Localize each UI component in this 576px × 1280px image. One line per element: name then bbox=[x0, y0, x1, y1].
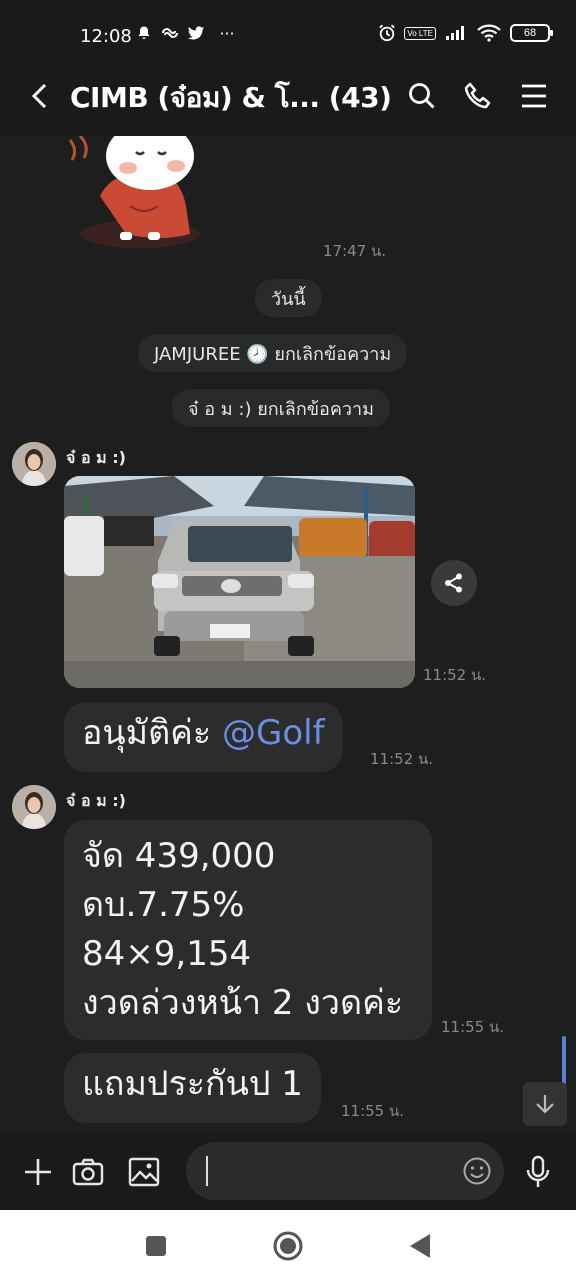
bell-icon bbox=[135, 24, 153, 42]
recent-apps-icon bbox=[146, 1236, 166, 1256]
home-icon bbox=[273, 1231, 303, 1261]
avatar[interactable] bbox=[12, 442, 56, 486]
photo-message[interactable] bbox=[64, 476, 415, 688]
message-time: 11:52 น. bbox=[370, 750, 434, 768]
call-button[interactable] bbox=[460, 78, 496, 114]
system-message-text: JAMJUREE 🕗 ยกเลิกข้อความ bbox=[154, 343, 392, 365]
system-message: JAMJUREE 🕗 ยกเลิกข้อความ bbox=[138, 334, 408, 372]
signal-icon bbox=[444, 24, 468, 42]
wifi-icon bbox=[476, 24, 502, 42]
twitter-icon bbox=[187, 24, 205, 42]
message-time: 11:52 น. bbox=[423, 666, 487, 684]
status-time: 12:08 bbox=[80, 26, 132, 47]
recent-apps-button[interactable] bbox=[138, 1228, 174, 1264]
add-button[interactable] bbox=[20, 1154, 56, 1190]
system-back-button[interactable] bbox=[402, 1228, 438, 1264]
plus-icon bbox=[25, 1159, 51, 1185]
message-text: แถมประกันป 1 bbox=[82, 1064, 303, 1104]
gallery-button[interactable] bbox=[126, 1154, 162, 1190]
chat-header: CIMB (จ๋อม) & โ... (43) bbox=[0, 56, 576, 136]
menu-icon bbox=[522, 84, 546, 108]
menu-button[interactable] bbox=[516, 78, 552, 114]
search-icon bbox=[409, 83, 435, 109]
avatar[interactable] bbox=[12, 785, 56, 829]
message-text: อนุมัติค่ะ bbox=[82, 713, 222, 753]
emoji-icon bbox=[463, 1157, 491, 1185]
back-nav-icon bbox=[410, 1234, 430, 1258]
camera-button[interactable] bbox=[70, 1154, 106, 1190]
date-label: วันนี้ bbox=[271, 288, 306, 310]
system-message-text: จ๋ อ ม :) ยกเลิกข้อความ bbox=[188, 398, 374, 420]
battery-indicator: 68 bbox=[510, 24, 553, 42]
message-time: 11:55 น. bbox=[441, 1018, 505, 1036]
mention-link[interactable]: @Golf bbox=[222, 713, 325, 753]
system-message: จ๋ อ ม :) ยกเลิกข้อความ bbox=[172, 389, 390, 427]
scroll-down-icon bbox=[536, 1095, 554, 1114]
sticker-message[interactable] bbox=[60, 136, 320, 266]
back-icon bbox=[31, 83, 47, 109]
message-text: จัด 439,000 ดบ.7.75% 84×9,154 งวดล่วงหน้… bbox=[82, 836, 404, 1023]
message-time: 17:47 น. bbox=[323, 242, 387, 260]
more-notifications: ··· bbox=[219, 23, 235, 43]
camera-icon bbox=[72, 1158, 104, 1186]
sender-name: จ๋ อ ม :) bbox=[66, 448, 126, 467]
scroll-indicator[interactable] bbox=[562, 1036, 566, 1088]
message-bubble[interactable]: อนุมัติค่ะ @Golf bbox=[64, 702, 343, 772]
search-button[interactable] bbox=[404, 78, 440, 114]
back-button[interactable] bbox=[22, 78, 58, 114]
scroll-down-button[interactable] bbox=[523, 1082, 567, 1126]
alarm-icon bbox=[378, 24, 396, 42]
emoji-button[interactable] bbox=[460, 1154, 494, 1188]
message-time: 11:55 น. bbox=[341, 1102, 405, 1120]
message-field[interactable] bbox=[186, 1142, 504, 1200]
mic-icon bbox=[526, 1155, 550, 1187]
navigation-bar bbox=[0, 1210, 576, 1280]
share-button[interactable] bbox=[431, 560, 477, 606]
chat-title[interactable]: CIMB (จ๋อม) & โ... (43) bbox=[70, 76, 392, 120]
volte-icon: Vo LTE bbox=[404, 26, 436, 40]
status-system: Vo LTE 68 bbox=[378, 24, 553, 42]
date-separator: วันนี้ bbox=[255, 279, 322, 317]
status-notifications: ··· bbox=[135, 23, 241, 43]
message-bubble[interactable]: แถมประกันป 1 bbox=[64, 1053, 321, 1123]
message-input[interactable] bbox=[204, 1156, 444, 1186]
chat-messages[interactable]: 17:47 น. วันนี้ JAMJUREE 🕗 ยกเลิกข้อความ… bbox=[0, 136, 576, 1134]
image-icon bbox=[128, 1157, 160, 1187]
input-bar bbox=[0, 1134, 576, 1210]
share-icon bbox=[445, 573, 462, 593]
phone-icon bbox=[464, 82, 491, 109]
sync-icon bbox=[161, 24, 179, 42]
voice-button[interactable] bbox=[520, 1154, 556, 1190]
sender-name: จ๋ อ ม :) bbox=[66, 791, 126, 810]
message-bubble[interactable]: จัด 439,000 ดบ.7.75% 84×9,154 งวดล่วงหน้… bbox=[64, 820, 432, 1040]
home-button[interactable] bbox=[270, 1228, 306, 1264]
